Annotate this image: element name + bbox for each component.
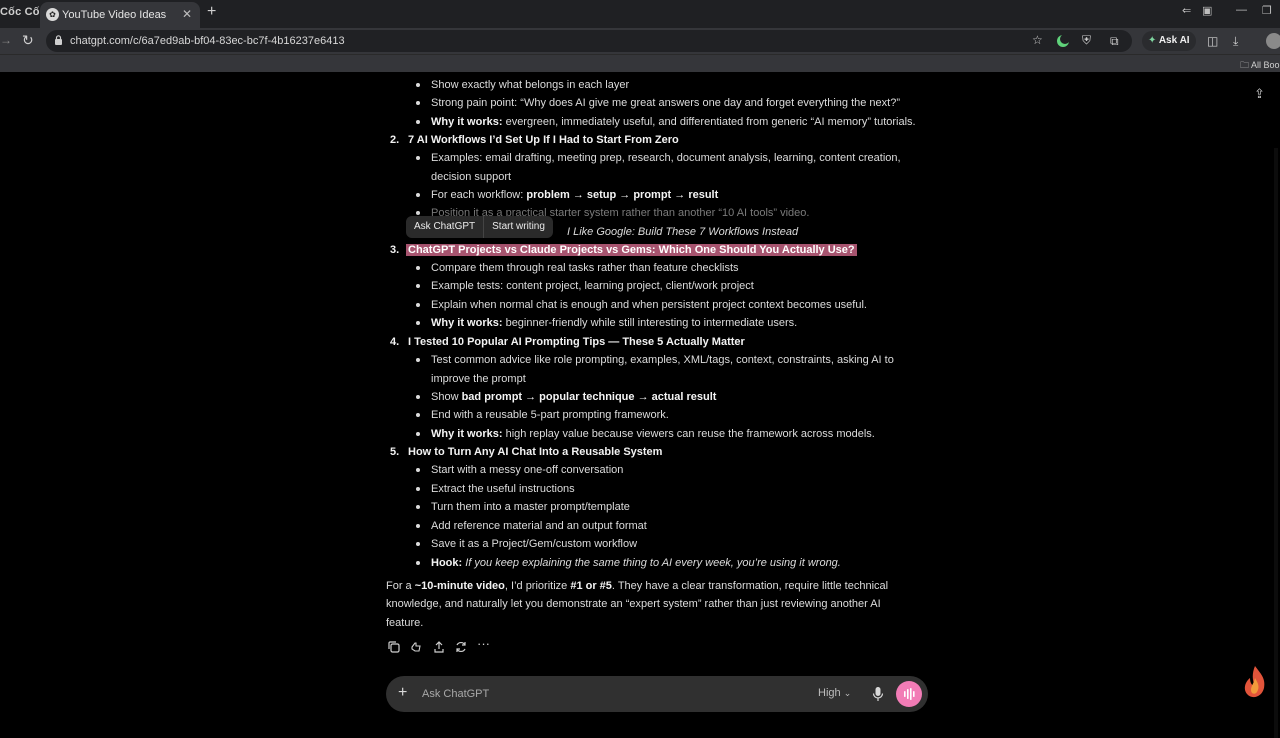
list-heading: I Tested 10 Popular AI Prompting Tips — … (408, 336, 745, 348)
start-writing-button[interactable]: Start writing (484, 216, 553, 238)
list-item: Add reference material and an output for… (431, 520, 647, 532)
ask-ai-label: Ask AI (1158, 35, 1190, 46)
share-message-icon[interactable] (432, 640, 446, 654)
browser-toolbar: → ↻ chatgpt.com/c/6a7ed9ab-bf04-83ec-bc7… (0, 28, 1280, 54)
extensions-icon[interactable]: ⧉ (1110, 34, 1119, 49)
prompt-input[interactable] (422, 684, 782, 704)
list-item: Why it works: high replay value because … (431, 428, 875, 440)
restore-window-icon[interactable]: ❐ (1262, 4, 1272, 17)
voice-mode-button[interactable] (896, 681, 922, 707)
feedback-icon[interactable] (410, 640, 424, 654)
dark-mode-icon[interactable] (1056, 34, 1070, 48)
list-item: Example tests: content project, learning… (431, 280, 754, 292)
profile-avatar[interactable] (1266, 33, 1280, 49)
list-item: Start with a messy one-off conversation (431, 464, 624, 476)
selection-popup: Ask ChatGPT Start writing (406, 216, 553, 238)
list-item: Show bad prompt → popular technique → ac… (431, 391, 717, 403)
minimize-icon[interactable]: — (1236, 4, 1247, 16)
list-item: Extract the useful instructions (431, 483, 575, 495)
list-heading-selected[interactable]: ChatGPT Projects vs Claude Projects vs G… (406, 241, 857, 259)
list-item: For each workflow: problem → setup → pro… (431, 189, 719, 201)
shield-icon[interactable]: ⛨ (1082, 33, 1091, 48)
list-heading: How to Turn Any AI Chat Into a Reusable … (408, 446, 663, 458)
add-attachment-icon[interactable]: + (398, 684, 407, 702)
list-item: Compare them through real tasks rather t… (431, 262, 739, 274)
sparkle-icon: ✦ (1148, 35, 1157, 46)
list-item: Strong pain point: “Why does AI give me … (431, 97, 900, 109)
list-item: Examples: email drafting, meeting prep, … (431, 152, 901, 164)
list-item: Show exactly what belongs in each layer (431, 79, 630, 91)
bookmark-star-icon[interactable]: ☆ (1032, 33, 1043, 47)
reload-icon[interactable]: ↻ (22, 32, 34, 49)
list-item: Why it works: evergreen, immediately use… (431, 116, 916, 128)
tab-youtube-video-ideas[interactable]: ✿ YouTube Video Ideas ✕ (40, 2, 200, 28)
url-text: chatgpt.com/c/6a7ed9ab-bf04-83ec-bc7f-4b… (70, 35, 345, 47)
new-tab-icon[interactable]: + (207, 3, 216, 21)
folder-icon: 🗀 (1240, 60, 1250, 70)
chevron-down-icon: ⌄ (843, 688, 852, 698)
address-bar[interactable]: chatgpt.com/c/6a7ed9ab-bf04-83ec-bc7f-4b… (46, 30, 1132, 52)
composer: + High ⌄ (386, 676, 928, 712)
chatgpt-favicon-icon: ✿ (46, 8, 59, 21)
tab-title: YouTube Video Ideas (62, 9, 167, 21)
forward-arrow-icon[interactable]: → (0, 33, 12, 47)
ask-chatgpt-button[interactable]: Ask ChatGPT (406, 216, 483, 238)
ask-ai-button[interactable]: ✦ Ask AI (1142, 31, 1196, 51)
sidebar-icon[interactable]: ◫ (1207, 34, 1218, 48)
list-item: Why it works: beginner-friendly while st… (431, 317, 798, 329)
share-icon[interactable]: ⇪ (1254, 86, 1265, 102)
microphone-icon[interactable] (872, 686, 884, 702)
screenshot-icon[interactable]: ▣ (1202, 4, 1212, 17)
copy-icon[interactable] (387, 640, 401, 654)
list-item-continuation: decision support (431, 171, 512, 183)
list-item-hook: I Like Google: Build These 7 Workflows I… (567, 226, 799, 238)
list-item: Save it as a Project/Gem/custom workflow (431, 538, 638, 550)
tab-close-icon[interactable]: ✕ (182, 7, 192, 21)
list-item: Hook: If you keep explaining the same th… (431, 557, 841, 569)
back-history-icon[interactable]: ⇐ (1182, 4, 1191, 17)
more-options-icon[interactable]: ··· (477, 636, 491, 651)
browser-tab-bar: Cốc Cốc ✿ YouTube Video Ideas ✕ + ⇐ ▣ — … (0, 0, 1280, 28)
summary-paragraph: For a ~10-minute video, I’d prioritize #… (386, 580, 889, 629)
regenerate-icon[interactable] (454, 640, 468, 654)
list-item: Explain when normal chat is enough and w… (431, 299, 867, 311)
list-item: Turn them into a master prompt/template (431, 501, 630, 513)
reasoning-level-select[interactable]: High ⌄ (818, 687, 851, 699)
lock-icon (55, 35, 62, 45)
scrollbar[interactable] (1274, 148, 1278, 738)
waveform-icon (904, 688, 915, 700)
list-heading: 7 AI Workflows I’d Set Up If I Had to St… (408, 134, 679, 146)
flame-logo-icon (1244, 666, 1265, 698)
list-item: Test common advice like role prompting, … (431, 354, 894, 366)
download-icon[interactable]: ⤓ (1233, 34, 1238, 49)
list-item: End with a reusable 5-part prompting fra… (431, 409, 669, 421)
bookmarks-bar: 🗀 All Boo (0, 54, 1280, 72)
list-item-continuation: improve the prompt (431, 373, 526, 385)
